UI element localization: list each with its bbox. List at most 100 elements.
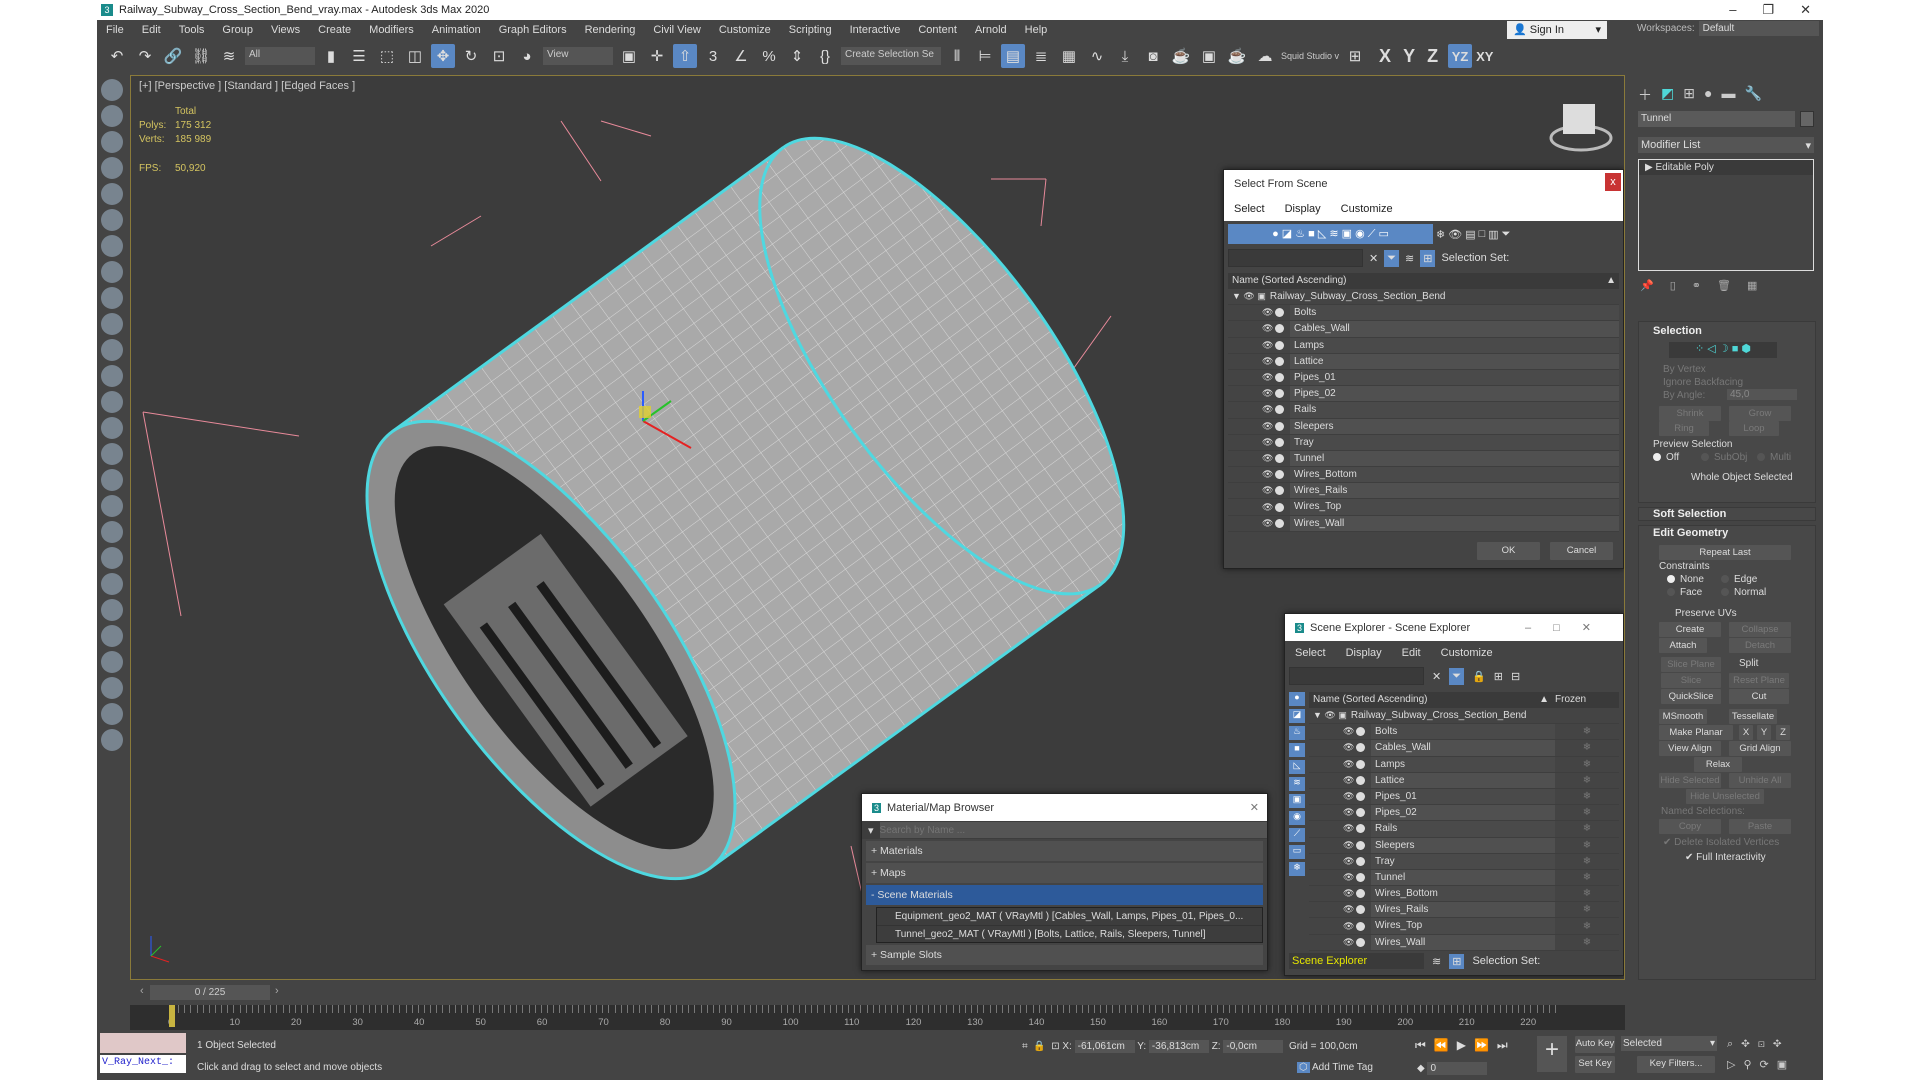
angle-spinner[interactable]: 45,0 xyxy=(1727,389,1797,400)
pivot-center-icon[interactable]: ▣ xyxy=(617,44,641,68)
frozen-icon[interactable]: ❄ xyxy=(1555,872,1619,883)
preview-off-radio[interactable]: Off xyxy=(1653,452,1679,463)
type-filter-icon[interactable]: ■ xyxy=(1289,743,1305,757)
visibility-icon[interactable]: 👁 xyxy=(1343,759,1354,770)
modify-tab-icon[interactable]: ◩ xyxy=(1661,85,1674,105)
invert-selection-icon[interactable]: ▥ xyxy=(1488,228,1498,241)
angle-snap-icon[interactable]: ∠ xyxy=(729,44,753,68)
type-filter-icon[interactable]: ◺ xyxy=(1289,760,1305,774)
percent-snap-icon[interactable]: % xyxy=(757,44,781,68)
select-manipulate-icon[interactable]: ✛ xyxy=(645,44,669,68)
named-selection-sets-dropdown[interactable]: Create Selection Se xyxy=(841,47,941,65)
repeat-last-button[interactable]: Repeat Last xyxy=(1659,545,1791,560)
hierarchy-icon[interactable]: ⊞ xyxy=(1449,953,1465,969)
bind-space-warp-icon[interactable]: ≋ xyxy=(217,44,241,68)
subobject-level-icons[interactable]: ⁘ ◁ ☽ ■ ⬢ xyxy=(1669,342,1777,358)
playback-controls[interactable]: ⏮⏪▶⏩⏭ xyxy=(1415,1038,1516,1053)
menu-tools[interactable]: Tools xyxy=(170,24,214,36)
visibility-icon[interactable]: 👁 xyxy=(1262,356,1273,367)
move-icon[interactable]: ✥ xyxy=(431,44,455,68)
list-item[interactable]: 👁 Wires_Top ❄ xyxy=(1309,918,1619,935)
configure-sets-icon[interactable]: ▦ xyxy=(1747,279,1757,292)
close-button[interactable]: ✕ xyxy=(1250,801,1259,814)
visibility-icon[interactable]: 👁 xyxy=(1343,888,1354,899)
detach-button[interactable]: Detach xyxy=(1729,638,1791,653)
cancel-button[interactable]: Cancel xyxy=(1550,542,1613,560)
visibility-icon[interactable]: 👁 xyxy=(1343,742,1354,753)
ok-button[interactable]: OK xyxy=(1477,542,1540,560)
material-item[interactable]: Tunnel_geo2_MAT ( VRayMtl ) [Bolts, Latt… xyxy=(877,925,1262,942)
make-planar-button[interactable]: Make Planar xyxy=(1659,725,1733,740)
mirror-icon[interactable]: ⫴ xyxy=(945,44,969,68)
frozen-icon[interactable]: ❄ xyxy=(1555,791,1619,802)
copy-button[interactable]: Copy xyxy=(1659,819,1721,834)
z-coordinate-field[interactable]: -0,0cm xyxy=(1223,1040,1284,1053)
list-item[interactable]: 👁 Lattice xyxy=(1228,353,1619,370)
list-item[interactable]: 👁 Lattice ❄ xyxy=(1309,772,1619,789)
frame-indicator[interactable]: 0 / 225 xyxy=(150,985,270,1000)
placement-icon[interactable]: ◕ xyxy=(515,44,539,68)
select-all-icon[interactable]: ▤ xyxy=(1465,228,1475,241)
squid-studio-label[interactable]: Squid Studio v xyxy=(1281,51,1339,61)
preview-multi-radio[interactable]: Multi xyxy=(1757,452,1791,463)
menu-group[interactable]: Group xyxy=(213,24,262,36)
auto-key-button[interactable]: Auto Key xyxy=(1575,1036,1615,1053)
type-filter-icon[interactable]: ≋ xyxy=(1289,777,1305,791)
command-strip-icon[interactable] xyxy=(101,287,123,309)
utilities-tab-icon[interactable]: 🔧 xyxy=(1744,85,1761,105)
schematic-view-icon[interactable]: ⤓ xyxy=(1113,44,1137,68)
cut-button[interactable]: Cut xyxy=(1729,689,1789,704)
menu-arnold[interactable]: Arnold xyxy=(966,24,1016,36)
search-input[interactable] xyxy=(1289,667,1424,685)
close-button[interactable]: x xyxy=(1605,173,1621,191)
axis-yz-button[interactable]: YZ xyxy=(1448,44,1473,68)
frozen-icon[interactable]: ❄ xyxy=(1555,921,1619,932)
command-strip-icon[interactable] xyxy=(101,105,123,127)
explorer-name-dropdown[interactable]: Scene Explorer xyxy=(1289,953,1424,969)
maxscript-input[interactable]: V_Ray_Next_: xyxy=(100,1055,186,1073)
scale-icon[interactable]: ⊡ xyxy=(487,44,511,68)
preserve-uvs-checkbox[interactable]: Preserve UVs xyxy=(1675,608,1737,619)
visibility-icon[interactable]: 👁 xyxy=(1262,469,1273,480)
list-item[interactable]: 👁 Pipes_01 ❄ xyxy=(1309,788,1619,806)
command-strip-icon[interactable] xyxy=(101,469,123,491)
time-slider[interactable]: ‹ 0 / 225 › xyxy=(130,985,1625,1001)
axis-z-button[interactable]: Z xyxy=(1427,46,1438,67)
delete-isolated-checkbox[interactable]: ✔ Delete Isolated Vertices xyxy=(1663,837,1779,848)
visibility-icon[interactable]: 👁 xyxy=(1343,856,1354,867)
type-filter-icon[interactable]: ▭ xyxy=(1289,845,1305,859)
edit-named-selection-icon[interactable]: {} xyxy=(813,44,837,68)
hierarchy-icon[interactable]: ⊞ xyxy=(1420,249,1436,267)
quickslice-button[interactable]: QuickSlice xyxy=(1661,689,1721,704)
tessellate-button[interactable]: Tessellate xyxy=(1729,709,1777,724)
prev-frame-button[interactable]: ‹ xyxy=(140,985,144,997)
scene-materials-group[interactable]: - Scene Materials xyxy=(866,885,1263,905)
menu-civil-view[interactable]: Civil View xyxy=(644,24,709,36)
visibility-icon[interactable]: 👁 xyxy=(1262,453,1273,464)
menu-edit[interactable]: Edit xyxy=(133,24,170,36)
visibility-icon[interactable]: 👁 xyxy=(1262,372,1273,383)
isolate-icon[interactable]: ⌗ xyxy=(1022,1041,1028,1052)
menu-display[interactable]: Display xyxy=(1275,203,1331,215)
menu-display[interactable]: Display xyxy=(1336,647,1392,659)
visibility-icon[interactable]: 👁 xyxy=(1343,921,1354,932)
create-tab-icon[interactable]: ＋ xyxy=(1638,85,1652,105)
rendered-frame-icon[interactable]: ▣ xyxy=(1197,44,1221,68)
freeze-icon[interactable]: ❄ xyxy=(1436,228,1445,241)
frozen-icon[interactable]: ❄ xyxy=(1555,742,1619,753)
selection-filter-dropdown[interactable]: All xyxy=(245,47,315,65)
command-strip-icon[interactable] xyxy=(101,703,123,725)
menu-customize[interactable]: Customize xyxy=(1331,203,1403,215)
list-item[interactable]: 👁 Tray ❄ xyxy=(1309,853,1619,870)
search-options-icon[interactable]: ▾ xyxy=(868,824,874,837)
render-cloud-icon[interactable]: ☁ xyxy=(1253,44,1277,68)
search-by-name-input[interactable] xyxy=(879,822,1267,838)
ring-button[interactable]: Ring xyxy=(1659,421,1709,436)
command-strip-icon[interactable] xyxy=(101,365,123,387)
hide-selected-button[interactable]: Hide Selected xyxy=(1659,773,1721,788)
unlink-icon[interactable]: ⛓ xyxy=(189,44,213,68)
frozen-icon[interactable]: ❄ xyxy=(1555,807,1619,818)
list-item[interactable]: 👁 Lamps xyxy=(1228,337,1619,354)
planar-z-button[interactable]: Z xyxy=(1776,725,1790,740)
menu-interactive[interactable]: Interactive xyxy=(841,24,910,36)
